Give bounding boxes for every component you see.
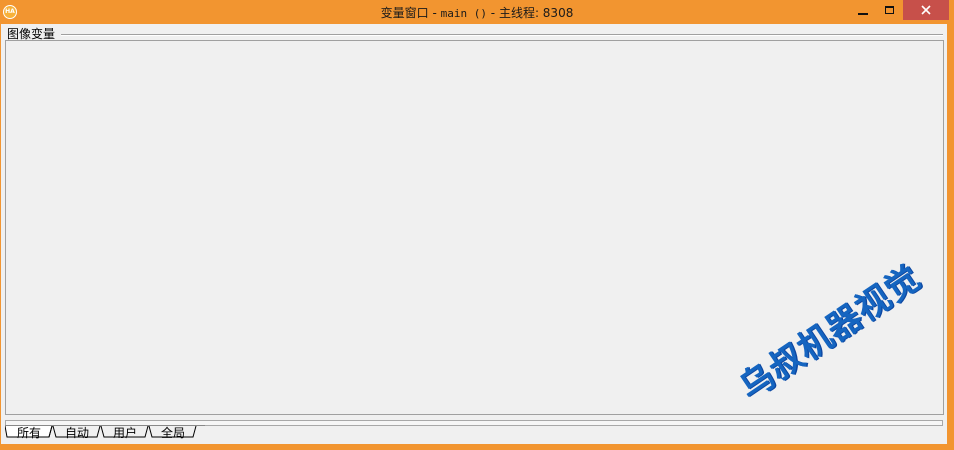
group-divider-highlight xyxy=(61,35,943,36)
tab-all[interactable]: 所有 xyxy=(17,426,41,440)
window-client-area: 图像变量 所有 自动 用户 全局 xyxy=(1,24,947,444)
minimize-icon xyxy=(858,13,868,15)
close-icon xyxy=(921,5,931,15)
title-prefix: 变量窗口 - xyxy=(380,6,441,20)
title-suffix: - 主线程: 8308 xyxy=(486,6,574,20)
variable-window: HA 变量窗口 - main () - 主线程: 8308 图像变量 所有 自动… xyxy=(0,0,954,450)
maximize-icon xyxy=(884,6,894,14)
close-button[interactable] xyxy=(903,0,949,20)
title-bar[interactable]: HA 变量窗口 - main () - 主线程: 8308 xyxy=(0,0,954,24)
tab-auto[interactable]: 自动 xyxy=(65,426,89,440)
variable-tabs: 所有 自动 用户 全局 xyxy=(5,425,405,441)
maximize-button[interactable] xyxy=(876,0,902,20)
tab-global[interactable]: 全局 xyxy=(161,426,185,440)
minimize-button[interactable] xyxy=(850,0,876,20)
title-function: main () xyxy=(440,7,487,20)
window-title: 变量窗口 - main () - 主线程: 8308 xyxy=(0,0,954,24)
tab-user[interactable]: 用户 xyxy=(113,426,137,440)
